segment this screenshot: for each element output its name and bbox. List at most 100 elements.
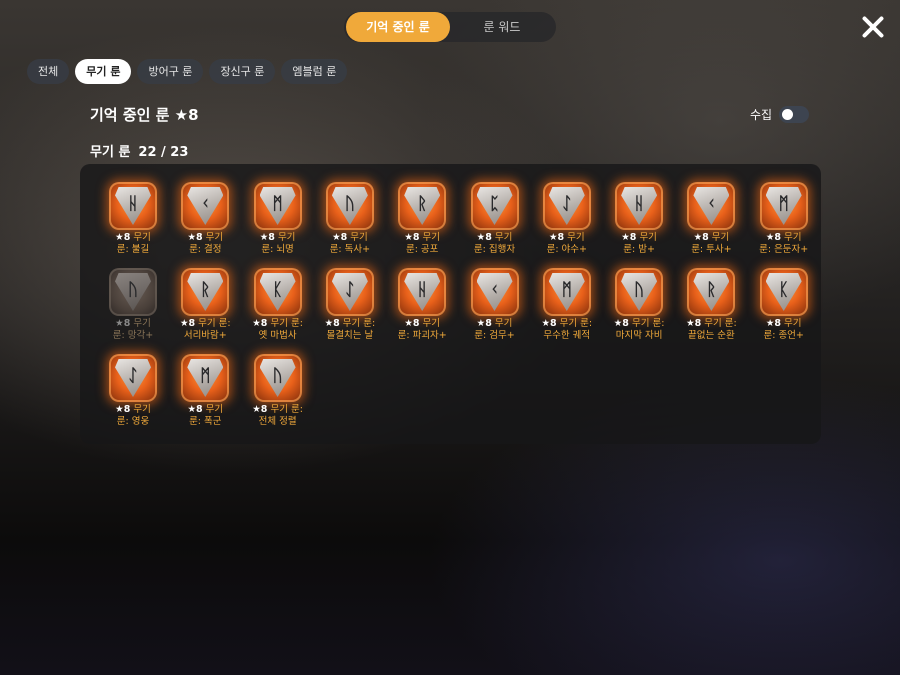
rune-item[interactable]: ᚱ ★8 무기 룬: 끝없는 순환	[678, 268, 744, 354]
rune-item[interactable]: ᚱ ★8 무기 룬: 공포	[389, 182, 455, 268]
rune-icon: ᚢ	[253, 354, 302, 402]
collect-toggle[interactable]	[779, 106, 809, 123]
filter-emblem-runes[interactable]: 엠블럼 룬	[281, 59, 348, 84]
rune-glyph: ᚲ	[489, 280, 500, 300]
rune-icon: ᛕ	[253, 268, 302, 316]
rune-stone: ᚺ	[404, 273, 441, 311]
rune-name-line1: 무기	[350, 232, 368, 243]
rune-glyph: ᛗ	[200, 366, 211, 386]
rune-star-level: ★8	[548, 232, 565, 243]
rune-name-line1: 무기 룬:	[198, 318, 231, 329]
rune-name-line2: 무수한 궤적	[543, 330, 591, 341]
rune-caption: ★8 무기 룬: 전체 정렬	[239, 404, 317, 428]
rune-name-line1: 무기	[205, 232, 224, 243]
rune-name-line2: 룬: 영웅	[116, 416, 150, 427]
rune-name-line2: 룬: 폭군	[189, 416, 222, 427]
tab-remembered-runes[interactable]: 기억 중인 룬	[346, 12, 450, 42]
rune-stone: ᛗ	[259, 187, 296, 225]
rune-star-level: ★8	[765, 318, 781, 329]
rune-caption: ★8 무기 룬: 망각+	[94, 318, 172, 342]
rune-stone: ᚢ	[259, 359, 296, 397]
rune-name-line1: 무기	[133, 404, 151, 415]
rune-star-level: ★8	[621, 232, 637, 243]
rune-caption: ★8 무기 룬: 몰결치는 날	[311, 318, 389, 342]
category-label: 무기 룬	[90, 145, 131, 160]
rune-glyph: ᚺ	[633, 194, 645, 214]
rune-item[interactable]: ᚲ ★8 무기 룬: 검무+	[462, 268, 528, 354]
rune-name-line1: 무기	[639, 232, 657, 243]
rune-star-level: ★8	[115, 404, 131, 415]
rune-name-line1: 무기 룬:	[270, 404, 303, 415]
rune-item[interactable]: ᚢ ★8 무기 룬: 독사+	[317, 182, 383, 268]
rune-stone: ᚱ	[187, 273, 224, 311]
rune-item[interactable]: ᛇ ★8 무기 룬: 몰결치는 날	[317, 268, 383, 354]
rune-name-line1: 무기 룬:	[342, 318, 376, 329]
rune-icon: ᚢ	[325, 182, 374, 230]
rune-caption: ★8 무기 룬: 서리바람+	[166, 318, 244, 342]
rune-caption: ★8 무기 룬: 옛 마법사	[239, 318, 317, 342]
rune-item[interactable]: ᚺ ★8 무기 룬: 불길	[100, 182, 166, 268]
rune-name-line1: 무기	[784, 318, 802, 329]
tab-rune-words[interactable]: 룬 워드	[450, 12, 554, 42]
rune-caption: ★8 무기 룬: 검무+	[456, 318, 534, 342]
rune-name-line2: 룬: 공포	[405, 244, 439, 255]
rune-icon: ᚲ	[687, 182, 736, 230]
filter-weapon-runes[interactable]: 무기 룬	[75, 59, 132, 84]
rune-name-line1: 무기	[711, 232, 730, 243]
rune-item[interactable]: ᛇ ★8 무기 룬: 영웅	[100, 354, 166, 440]
rune-star-level: ★8	[187, 232, 203, 243]
rune-star-level: ★8	[686, 318, 702, 329]
rune-item[interactable]: ᛈ ★8 무기 룬: 집행자	[462, 182, 528, 268]
rune-caption: ★8 무기 룬: 마지막 자비	[600, 318, 678, 342]
category-count: 무기 룬 22 / 23	[90, 141, 188, 160]
rune-name-line1: 무기	[133, 232, 151, 243]
rune-item[interactable]: ᚢ ★8 무기 룬: 망각+	[100, 268, 166, 354]
rune-stone: ᚲ	[693, 187, 730, 225]
rune-item[interactable]: ᚺ ★8 무기 룬: 파괴자+	[389, 268, 455, 354]
rune-glyph: ᚢ	[344, 194, 355, 214]
rune-item[interactable]: ᚢ ★8 무기 룬: 전체 정렬	[245, 354, 311, 440]
rune-glyph: ᚺ	[127, 194, 139, 214]
rune-item[interactable]: ᚲ ★8 무기 룬: 결정	[172, 182, 238, 268]
rune-name-line2: 룬: 밤+	[623, 244, 655, 255]
rune-stone: ᚱ	[693, 273, 730, 311]
rune-icon: ᛗ	[181, 354, 230, 402]
filter-all[interactable]: 전체	[27, 59, 70, 84]
rune-item[interactable]: ᛗ ★8 무기 룬: 무수한 궤적	[534, 268, 600, 354]
rune-glyph: ᚲ	[200, 194, 211, 214]
rune-star-level: ★8	[179, 318, 196, 329]
rune-name-line2: 룬: 뇌명	[261, 244, 294, 255]
rune-item[interactable]: ᛗ ★8 무기 룬: 은둔자+	[751, 182, 817, 268]
rune-icon: ᛗ	[253, 182, 302, 230]
close-icon[interactable]	[860, 14, 886, 40]
collect-label: 수집	[750, 108, 773, 122]
rune-item[interactable]: ᛕ ★8 무기 룬: 종언+	[751, 268, 817, 354]
rune-stone: ᚢ	[331, 187, 368, 225]
rune-name-line1: 무기	[422, 232, 441, 243]
rune-name-line1: 무기	[205, 404, 224, 415]
rune-stone: ᛇ	[548, 187, 585, 225]
rune-item[interactable]: ᚲ ★8 무기 룬: 투사+	[678, 182, 744, 268]
filter-armor-runes[interactable]: 방어구 룬	[137, 59, 204, 84]
rune-caption: ★8 무기 룬: 무수한 궤적	[528, 318, 606, 342]
rune-item[interactable]: ᚱ ★8 무기 룬: 서리바람+	[172, 268, 238, 354]
rune-item[interactable]: ᛕ ★8 무기 룬: 옛 마법사	[245, 268, 311, 354]
rune-item[interactable]: ᛇ ★8 무기 룬: 야수+	[534, 182, 600, 268]
rune-stone: ᚱ	[404, 187, 441, 225]
rune-item[interactable]: ᚺ ★8 무기 룬: 밤+	[606, 182, 672, 268]
rune-name-line2: 룬: 결정	[189, 244, 222, 255]
rune-filter-bar: 전체 무기 룬 방어구 룬 장신구 룬 엠블럼 룬	[27, 59, 348, 84]
rune-name-line2: 룬: 독사+	[329, 244, 371, 255]
rune-grid-panel: ᚺ ★8 무기 룬: 불길 ᚲ ★8 무기 룬: 결정 ᛗ ★8 무기 룬: 뇌명 ᚢ ★8 무기 룬…	[80, 164, 821, 444]
rune-caption: ★8 무기 룬: 공포	[383, 232, 461, 256]
filter-accessory-runes[interactable]: 장신구 룬	[209, 59, 276, 84]
rune-item[interactable]: ᛗ ★8 무기 룬: 폭군	[172, 354, 238, 440]
rune-icon: ᚱ	[687, 268, 736, 316]
rune-glyph: ᚢ	[127, 280, 139, 300]
rune-glyph: ᛗ	[272, 194, 283, 214]
rune-item[interactable]: ᚢ ★8 무기 룬: 마지막 자비	[606, 268, 672, 354]
rune-stone: ᛇ	[115, 359, 151, 397]
rune-name-line1: 무기	[494, 318, 513, 329]
rune-item[interactable]: ᛗ ★8 무기 룬: 뇌명	[245, 182, 311, 268]
rune-stone: ᛗ	[187, 359, 224, 397]
